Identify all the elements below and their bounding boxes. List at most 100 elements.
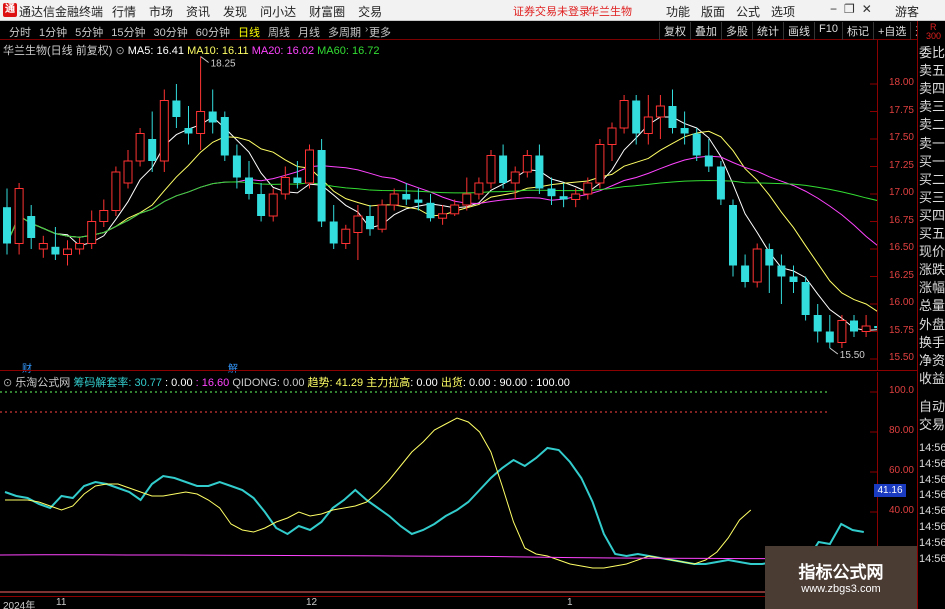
candle[interactable] <box>268 188 278 222</box>
tool-button-6[interactable]: 标记 <box>841 22 873 40</box>
period-tab-1[interactable]: 1分钟 <box>35 24 71 40</box>
menu-item-ask[interactable]: 问小达 <box>260 3 309 20</box>
candle[interactable] <box>729 199 737 277</box>
candle[interactable] <box>280 166 290 200</box>
candle[interactable] <box>329 205 338 249</box>
candle[interactable] <box>801 276 810 321</box>
side-item-8[interactable]: 买三 <box>919 190 945 206</box>
side-item-7[interactable]: 买二 <box>919 172 945 188</box>
more-arrow-icon[interactable]: › <box>365 24 368 35</box>
period-tab-8[interactable]: 月线 <box>294 24 324 40</box>
candle[interactable] <box>716 161 725 205</box>
tool-button-0[interactable]: 复权 <box>659 22 690 40</box>
candle[interactable] <box>245 161 253 200</box>
candle[interactable] <box>765 243 774 294</box>
candle[interactable] <box>87 210 97 250</box>
side-item-10[interactable]: 买五 <box>919 226 945 242</box>
candle[interactable] <box>341 224 351 249</box>
candlestick-chart[interactable]: 18.2515.50 <box>0 40 877 370</box>
side-item-3[interactable]: 卖三 <box>919 99 945 115</box>
period-tab-4[interactable]: 30分钟 <box>150 24 192 40</box>
candle[interactable] <box>777 254 786 305</box>
tool-button-2[interactable]: 多股 <box>721 22 752 40</box>
candle[interactable] <box>353 205 363 260</box>
candle[interactable] <box>850 315 858 337</box>
candle[interactable] <box>632 95 641 145</box>
period-tab-9[interactable]: 多周期 <box>324 24 365 40</box>
candle[interactable] <box>135 128 145 167</box>
candle[interactable] <box>159 89 169 173</box>
menu-item-options[interactable]: 选项 <box>771 3 806 20</box>
tool-button-5[interactable]: F10 <box>814 22 842 40</box>
candle[interactable] <box>389 188 399 211</box>
pane-separator[interactable] <box>0 370 917 371</box>
candle[interactable] <box>535 144 544 195</box>
period-tab-7[interactable]: 周线 <box>264 24 294 40</box>
candle[interactable] <box>655 95 665 139</box>
candle[interactable] <box>510 166 520 200</box>
menu-item-function[interactable]: 功能 <box>666 3 701 20</box>
side-item-14[interactable]: 总量 <box>919 298 945 314</box>
side-item-15[interactable]: 外盘 <box>919 317 945 333</box>
maximize-icon[interactable]: ❐ <box>844 2 855 16</box>
candle[interactable] <box>789 265 798 294</box>
candle[interactable] <box>438 205 448 225</box>
side-item-9[interactable]: 买四 <box>919 208 945 224</box>
candle[interactable] <box>704 139 713 172</box>
candle[interactable] <box>861 315 871 337</box>
indicator-settings-icon[interactable]: ⊙ <box>3 377 12 389</box>
side-item-2[interactable]: 卖四 <box>919 81 945 97</box>
side-item-13[interactable]: 涨幅 <box>919 280 945 296</box>
candle[interactable] <box>426 194 435 222</box>
candle[interactable] <box>668 89 677 134</box>
tool-button-7[interactable]: +自选 <box>872 22 910 40</box>
side-item-1[interactable]: 卖五 <box>919 63 945 79</box>
guest-label[interactable]: 游客 <box>895 3 919 20</box>
candle[interactable] <box>547 177 556 206</box>
candle[interactable] <box>111 166 121 217</box>
legend-settings-icon[interactable]: ⊙ <box>115 45 124 57</box>
candle[interactable] <box>571 188 581 208</box>
period-tab-10[interactable]: 更多 <box>365 24 395 40</box>
candle[interactable] <box>75 238 85 255</box>
candle[interactable] <box>220 111 229 162</box>
side-item-6[interactable]: 买一 <box>919 154 945 170</box>
candle[interactable] <box>813 304 822 343</box>
menu-item-layout[interactable]: 版面 <box>701 3 736 20</box>
period-tab-6[interactable]: 日线 <box>234 24 264 40</box>
candle[interactable] <box>825 315 834 348</box>
candle[interactable] <box>499 144 508 189</box>
menu-item-formula[interactable]: 公式 <box>736 3 771 20</box>
menu-item-wealth[interactable]: 财富圈 <box>309 3 358 20</box>
menu-item-quotes[interactable]: 行情 <box>112 3 149 20</box>
side-item-4[interactable]: 卖二 <box>919 117 945 133</box>
menu-item-discover[interactable]: 发现 <box>223 3 260 20</box>
candle[interactable] <box>474 177 484 200</box>
candle[interactable] <box>402 183 411 205</box>
candle[interactable] <box>595 139 605 189</box>
candle[interactable] <box>257 183 266 222</box>
candle[interactable] <box>14 183 24 255</box>
indicator-chart[interactable] <box>0 372 877 596</box>
candle[interactable] <box>27 205 36 249</box>
candle[interactable] <box>607 122 617 162</box>
candle[interactable] <box>184 106 193 145</box>
candle[interactable] <box>305 144 314 189</box>
candle[interactable] <box>522 150 532 178</box>
tool-button-4[interactable]: 画线 <box>783 22 814 40</box>
candle[interactable] <box>680 111 689 145</box>
menu-item-trade[interactable]: 交易 <box>358 3 395 20</box>
candle[interactable] <box>619 95 629 134</box>
menu-item-market[interactable]: 市场 <box>149 3 186 20</box>
candle[interactable] <box>3 188 11 255</box>
period-tab-3[interactable]: 15分钟 <box>107 24 149 40</box>
side-item-20[interactable]: 交易 <box>919 417 945 433</box>
candle[interactable] <box>63 240 72 266</box>
candle[interactable] <box>38 235 48 258</box>
candle[interactable] <box>559 183 568 208</box>
tool-button-3[interactable]: 统计 <box>752 22 783 40</box>
side-item-5[interactable]: 卖一 <box>919 136 945 152</box>
candle[interactable] <box>317 139 326 227</box>
side-item-17[interactable]: 净资 <box>919 353 945 369</box>
menu-item-news[interactable]: 资讯 <box>186 3 223 20</box>
